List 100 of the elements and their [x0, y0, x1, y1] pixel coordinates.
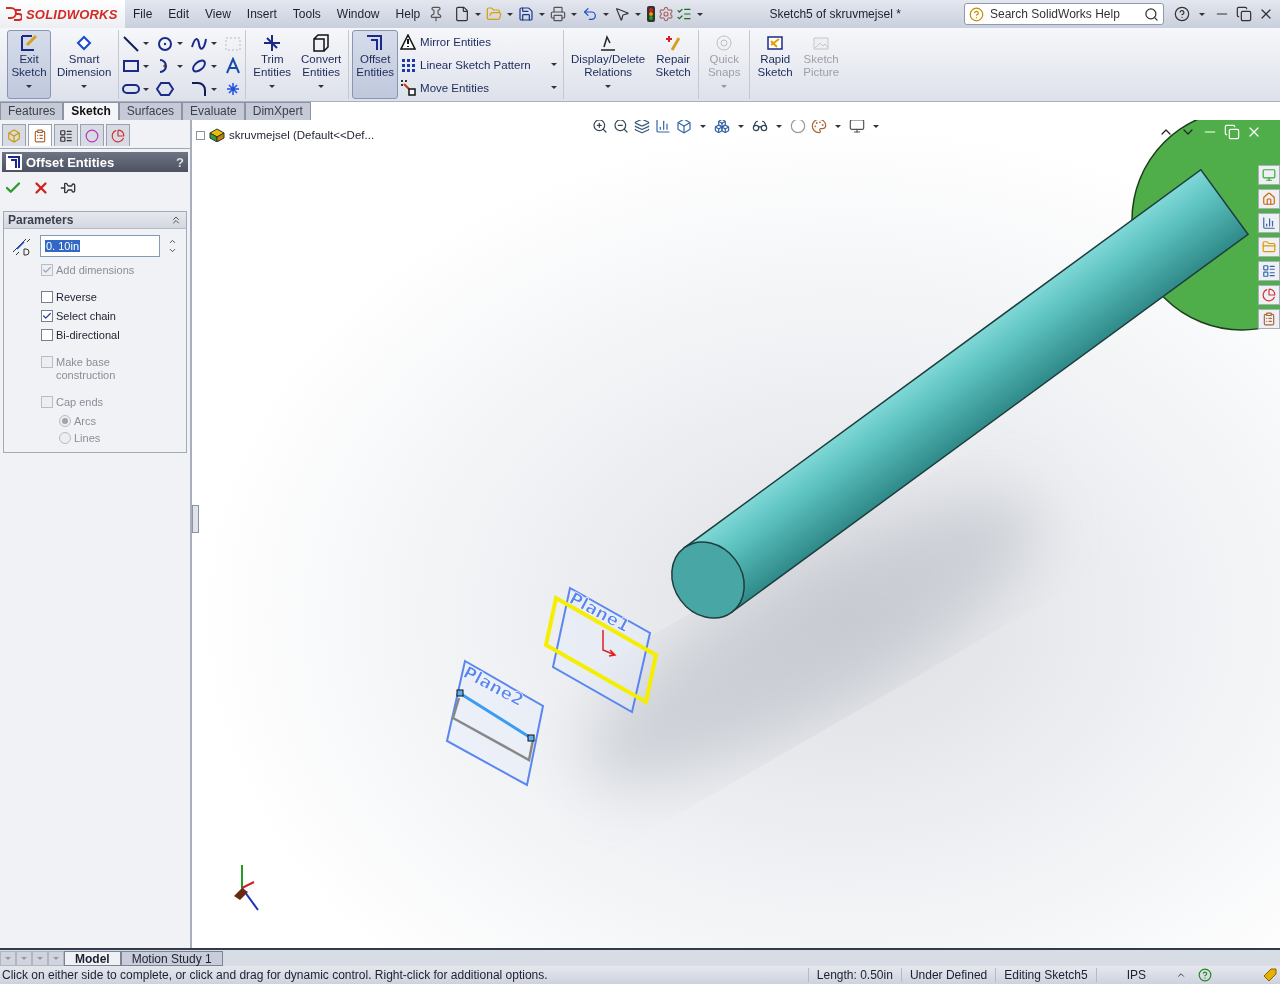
cancel-icon[interactable] — [32, 179, 50, 197]
caret-icon[interactable] — [143, 87, 150, 91]
caret-icon[interactable] — [177, 65, 184, 68]
splitter-handle[interactable] — [192, 505, 199, 533]
ribbon-button[interactable]: Offset Entities — [352, 30, 399, 99]
circle-icon[interactable] — [156, 34, 175, 53]
undo-icon[interactable] — [582, 6, 599, 22]
caret-icon[interactable] — [318, 85, 325, 88]
warning-icon — [400, 33, 417, 50]
ribbon-list-item[interactable]: Linear Sketch Pattern — [400, 56, 561, 73]
menu-item[interactable]: Tools — [284, 7, 329, 21]
status-field: Under Defined — [900, 968, 996, 982]
checkbox[interactable] — [41, 310, 53, 322]
document-tab[interactable]: Model — [64, 951, 121, 966]
panel-tab[interactable] — [28, 124, 52, 146]
task-pane-button[interactable] — [1258, 189, 1280, 209]
panel-tab[interactable] — [80, 124, 104, 146]
caret-icon[interactable] — [551, 86, 558, 89]
menu-item[interactable]: File — [125, 7, 161, 21]
new-document-icon[interactable] — [454, 6, 471, 22]
checkbox-option[interactable]: Reverse — [4, 288, 186, 307]
ribbon-button[interactable]: Convert Entities — [297, 30, 346, 99]
caret-icon[interactable] — [143, 42, 150, 46]
ribbon-button[interactable]: Rapid Sketch — [753, 30, 798, 99]
list-icon — [1262, 264, 1276, 278]
caret-icon[interactable] — [143, 65, 150, 68]
logo-text: SOLIDWORKS — [26, 6, 118, 22]
ribbon-button[interactable]: Exit Sketch — [7, 30, 51, 99]
polygon-icon[interactable] — [156, 80, 175, 99]
caret-icon[interactable] — [269, 85, 276, 88]
chart-icon[interactable] — [655, 120, 671, 134]
help-icon[interactable] — [1174, 6, 1190, 22]
ribbon-button[interactable]: Repair Sketch — [651, 30, 696, 99]
group-title: Parameters — [8, 213, 75, 227]
palette-icon[interactable] — [811, 120, 827, 134]
traffic-light-icon[interactable] — [646, 6, 657, 22]
pin-icon[interactable] — [60, 180, 76, 196]
panel-tab[interactable] — [54, 124, 78, 146]
caret-icon[interactable] — [211, 87, 218, 91]
ribbon-button[interactable]: Display/Delete Relations — [567, 30, 650, 99]
checkbox[interactable] — [41, 329, 53, 341]
save-icon[interactable] — [518, 6, 535, 22]
command-tab[interactable]: Sketch — [63, 102, 119, 120]
command-tab[interactable]: Evaluate — [182, 102, 245, 120]
text-icon[interactable] — [224, 57, 243, 76]
search-field[interactable]: Search SolidWorks Help — [964, 3, 1164, 25]
logo-mark-icon — [4, 6, 22, 22]
caret-icon[interactable] — [26, 85, 32, 88]
expand-icon[interactable] — [196, 130, 205, 140]
menu-item[interactable]: Window — [328, 7, 388, 21]
command-tab[interactable]: DimXpert — [244, 102, 311, 120]
list-icon — [59, 128, 73, 143]
menu-item[interactable]: Help — [387, 7, 429, 21]
ribbon-button[interactable]: Trim Entities — [249, 30, 296, 99]
checklist-icon[interactable] — [676, 6, 693, 22]
print-icon[interactable] — [550, 6, 567, 22]
checkbox-option[interactable]: Bi-directional — [4, 326, 186, 345]
line-icon[interactable] — [122, 34, 141, 53]
command-tab[interactable]: Surfaces — [118, 102, 183, 120]
caret-icon[interactable] — [605, 85, 612, 88]
tree-item[interactable]: skruvmejsel (Default<<Def... — [229, 129, 375, 141]
ribbon-list-item[interactable]: Move Entities — [400, 79, 561, 96]
distance-field[interactable]: 0. 10in — [40, 235, 160, 257]
zoom-out-icon[interactable] — [613, 120, 629, 134]
dot-grid-icon — [400, 56, 417, 73]
checkbox-option[interactable]: Select chain — [4, 307, 186, 326]
caret-icon[interactable] — [211, 42, 218, 46]
pie-chart-icon — [111, 128, 125, 143]
fillet-icon[interactable] — [190, 80, 209, 99]
ribbon-button[interactable]: Smart Dimension — [53, 30, 116, 99]
command-tab[interactable]: Features — [0, 102, 64, 120]
menu-item[interactable]: Insert — [238, 7, 285, 21]
monitor-icon[interactable] — [849, 120, 865, 134]
clipboard-icon — [1262, 312, 1276, 326]
menu-item[interactable]: View — [197, 7, 239, 21]
document-tab[interactable]: Motion Study 1 — [120, 951, 223, 966]
boxes-icon[interactable] — [714, 120, 730, 134]
task-pane-button[interactable] — [1258, 213, 1280, 233]
checkbox[interactable] — [41, 291, 53, 303]
restore-icon[interactable] — [1236, 6, 1252, 22]
panel-tab[interactable] — [106, 124, 130, 146]
units-field[interactable]: IPS — [1095, 968, 1176, 982]
box-icon[interactable] — [676, 120, 692, 134]
glasses-icon[interactable] — [752, 120, 768, 134]
spinner[interactable] — [168, 237, 177, 255]
search-icon[interactable] — [1144, 6, 1159, 22]
caret-icon[interactable] — [211, 65, 218, 68]
ribbon-list-item[interactable]: Mirror Entities — [400, 33, 561, 50]
task-pane-button[interactable] — [1258, 261, 1280, 281]
task-pane-button[interactable] — [1258, 309, 1280, 329]
caret-icon[interactable] — [81, 85, 88, 88]
help-link[interactable]: ? — [176, 154, 184, 170]
select-arrow-icon[interactable] — [614, 6, 631, 22]
zoom-in-icon[interactable] — [592, 120, 608, 134]
caret-icon[interactable] — [551, 63, 558, 66]
caret-icon[interactable] — [177, 42, 184, 46]
collapse-icon[interactable] — [170, 214, 182, 226]
menu-item[interactable]: Edit — [160, 7, 198, 21]
task-pane-button[interactable] — [1258, 285, 1280, 305]
status-field: Editing Sketch5 — [995, 968, 1096, 982]
